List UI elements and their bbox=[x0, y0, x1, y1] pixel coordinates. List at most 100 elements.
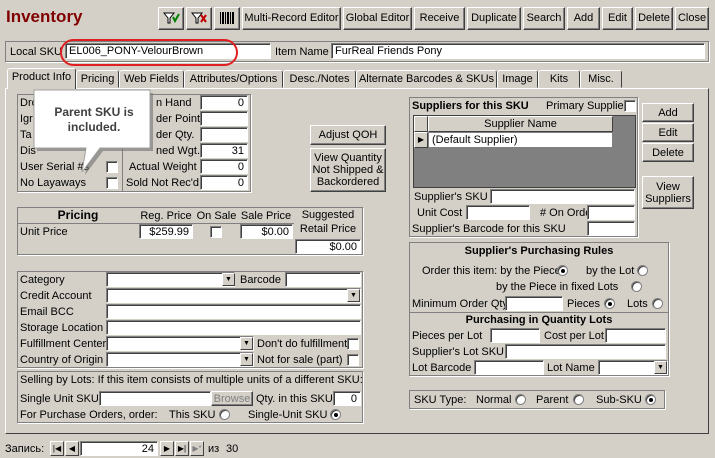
record-selector-icon[interactable]: ▶ bbox=[414, 132, 428, 148]
by-lot-label: by the Lot bbox=[586, 265, 635, 277]
unit-cost-label: Unit Cost bbox=[417, 207, 463, 219]
tab-misc[interactable]: Misc. bbox=[580, 70, 622, 88]
by-piece-radio[interactable] bbox=[557, 265, 568, 276]
window-title: Inventory bbox=[6, 7, 83, 26]
close-button[interactable]: Close bbox=[675, 7, 709, 30]
credit-account-field[interactable] bbox=[106, 288, 361, 303]
multi-record-editor-button[interactable]: Multi-Record Editor bbox=[242, 7, 341, 30]
browse-button[interactable]: Browse bbox=[211, 391, 253, 406]
suggested-retail-field[interactable]: $0.00 bbox=[295, 239, 361, 254]
suppliers-title: Suppliers for this SKU bbox=[412, 100, 529, 112]
supplier-sku-field[interactable] bbox=[490, 189, 635, 204]
reorder-point-field[interactable] bbox=[200, 111, 248, 126]
record-number-field[interactable]: 24 bbox=[80, 441, 158, 456]
clear-filter-icon-button[interactable] bbox=[186, 7, 212, 30]
on-sale-label: On Sale bbox=[196, 210, 237, 222]
country-label: Country of Origin bbox=[20, 354, 104, 366]
first-record-icon[interactable]: |◀ bbox=[50, 441, 64, 456]
reg-price-field[interactable]: $259.99 bbox=[139, 224, 193, 239]
sku-type-label: SKU Type: bbox=[414, 394, 467, 406]
supplier-barcode-field[interactable] bbox=[587, 221, 635, 236]
supplier-edit-button[interactable]: Edit bbox=[642, 123, 694, 142]
tab-attributes-options[interactable]: Attributes/Options bbox=[184, 70, 283, 88]
item-name-field[interactable]: FurReal Friends Pony bbox=[331, 43, 705, 59]
this-sku-label: This SKU bbox=[169, 409, 216, 421]
lot-barcode-field[interactable] bbox=[474, 360, 544, 375]
pieces-per-lot-field[interactable] bbox=[490, 328, 540, 343]
min-order-field[interactable] bbox=[505, 296, 563, 311]
global-editor-button[interactable]: Global Editor bbox=[343, 7, 412, 30]
single-unit-radio[interactable] bbox=[330, 409, 341, 420]
tab-desc-notes[interactable]: Desc./Notes bbox=[283, 70, 356, 88]
parent-radio[interactable] bbox=[573, 394, 584, 405]
on-order-field[interactable] bbox=[587, 205, 635, 220]
qty-in-sku-field[interactable]: 0 bbox=[333, 391, 361, 406]
barcode-icon bbox=[220, 12, 234, 24]
next-record-icon[interactable]: ▶ bbox=[160, 441, 174, 456]
view-suppliers-button[interactable]: View Suppliers bbox=[642, 176, 694, 209]
receive-button[interactable]: Receive bbox=[414, 7, 465, 30]
unit-price-label: Unit Price bbox=[20, 226, 68, 238]
sub-sku-radio[interactable] bbox=[645, 394, 656, 405]
min-order-label: Minimum Order Qty. bbox=[412, 298, 511, 310]
supplier-delete-button[interactable]: Delete bbox=[642, 143, 694, 162]
barcode-icon-button[interactable] bbox=[214, 7, 240, 30]
lot-sku-field[interactable] bbox=[505, 344, 666, 359]
category-dropdown-icon[interactable]: ▼ bbox=[222, 273, 235, 286]
reg-price-label: Reg. Price bbox=[140, 210, 192, 222]
search-button[interactable]: Search bbox=[523, 7, 565, 30]
country-dropdown-icon[interactable]: ▼ bbox=[240, 353, 253, 366]
prev-record-icon[interactable]: ◀ bbox=[65, 441, 79, 456]
adjust-qoh-button[interactable]: Adjust QOH bbox=[310, 125, 386, 145]
supplier-sku-label: Supplier's SKU bbox=[414, 191, 488, 203]
barcode-field[interactable] bbox=[285, 272, 361, 287]
email-bcc-field[interactable] bbox=[106, 304, 361, 319]
filter-icon-button[interactable] bbox=[158, 7, 184, 30]
add-button[interactable]: Add bbox=[567, 7, 600, 30]
by-lot-radio[interactable] bbox=[637, 265, 648, 276]
delete-button[interactable]: Delete bbox=[635, 7, 673, 30]
edit-button[interactable]: Edit bbox=[602, 7, 633, 30]
sale-price-field[interactable]: $0.00 bbox=[240, 224, 293, 239]
credit-account-dropdown-icon[interactable]: ▼ bbox=[347, 289, 360, 302]
normal-label: Normal bbox=[476, 394, 512, 406]
single-unit-sku-field[interactable] bbox=[99, 391, 211, 406]
unit-cost-field[interactable] bbox=[466, 205, 530, 220]
primary-supplier-checkbox[interactable] bbox=[624, 100, 636, 112]
lots-radio[interactable] bbox=[652, 298, 663, 309]
not-for-sale-checkbox[interactable] bbox=[347, 354, 359, 366]
duplicate-button[interactable]: Duplicate bbox=[467, 7, 521, 30]
view-quantity-button[interactable]: View Quantity Not Shipped & Backordered bbox=[310, 148, 386, 192]
on-sale-checkbox[interactable] bbox=[210, 226, 222, 238]
fulfillment-center-field[interactable] bbox=[106, 336, 254, 351]
supplier-row[interactable]: (Default Supplier) bbox=[428, 132, 613, 148]
pieces-radio[interactable] bbox=[604, 298, 615, 309]
normal-radio[interactable] bbox=[515, 394, 526, 405]
tab-alternate-barcodes[interactable]: Alternate Barcodes & SKUs bbox=[356, 70, 497, 88]
local-sku-label: Local SKU bbox=[10, 46, 62, 58]
supplier-add-button[interactable]: Add bbox=[642, 103, 694, 122]
storage-location-field[interactable] bbox=[106, 320, 361, 335]
order-by-piece-label: Order this item: by the Piece bbox=[422, 265, 561, 277]
on-hand-field[interactable]: 0 bbox=[200, 95, 248, 110]
tab-kits[interactable]: Kits bbox=[538, 70, 580, 88]
new-record-icon[interactable]: ▶* bbox=[190, 441, 204, 456]
cost-per-lot-field[interactable] bbox=[605, 328, 666, 343]
this-sku-radio[interactable] bbox=[219, 409, 230, 420]
sold-not-recd-field[interactable]: 0 bbox=[200, 175, 248, 190]
actual-weight-field[interactable]: 0 bbox=[200, 159, 248, 174]
callout-text: Parent SKU is included. bbox=[54, 105, 134, 134]
fixed-lots-radio[interactable] bbox=[631, 281, 642, 292]
last-record-icon[interactable]: ▶| bbox=[175, 441, 189, 456]
weight-field[interactable]: 31 bbox=[200, 143, 248, 158]
category-field[interactable] bbox=[106, 272, 235, 287]
sub-sku-label: Sub-SKU bbox=[596, 394, 642, 406]
dont-fulfill-checkbox[interactable] bbox=[347, 338, 359, 350]
reorder-qty-field[interactable] bbox=[200, 127, 248, 142]
fulfillment-dropdown-icon[interactable]: ▼ bbox=[240, 337, 253, 350]
not-for-sale-label: Not for sale (part) bbox=[257, 354, 343, 366]
country-field[interactable] bbox=[106, 352, 254, 367]
suggested-retail-label: Suggested Retail Price bbox=[299, 209, 357, 235]
lot-name-dropdown-icon[interactable]: ▼ bbox=[654, 361, 667, 374]
tab-image[interactable]: Image bbox=[497, 70, 538, 88]
